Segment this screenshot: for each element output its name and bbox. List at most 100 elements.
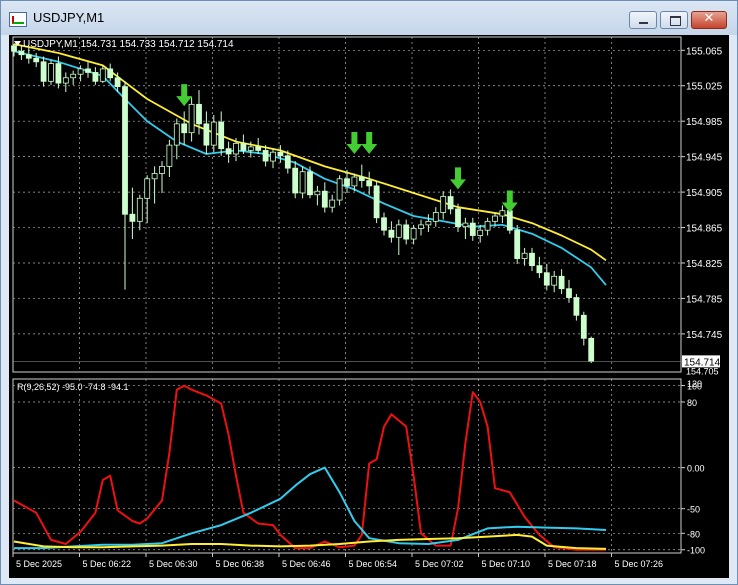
bearish-candle-body [321, 190, 328, 208]
bearish-candle-body [40, 61, 47, 82]
price-tick-label: 154.905 [686, 188, 723, 199]
bearish-candle-body [196, 103, 202, 125]
bullish-candle-body [336, 178, 343, 201]
bearish-candle-body [114, 77, 121, 88]
bullish-candle-body [151, 173, 158, 180]
bullish-candle-body [521, 252, 528, 259]
time-tick-label: 5 Dec 07:10 [482, 559, 531, 569]
bearish-candle-body [366, 180, 373, 187]
bullish-candle-body [166, 144, 173, 167]
price-tick-label: 155.065 [686, 46, 723, 57]
bullish-candle-body [299, 171, 306, 194]
osc-tick-label: 0.00 [687, 464, 705, 474]
price-tick-label: 154.745 [686, 330, 723, 341]
bearish-candle-body [307, 171, 313, 196]
bullish-candle-body [551, 275, 558, 286]
oscillator-header: R(9,26,52) -95.0 -74.8 -94.1 [17, 382, 129, 392]
bullish-candle-body [99, 68, 106, 82]
bearish-candle-body [469, 222, 476, 236]
bullish-candle-body [136, 197, 143, 222]
bullish-candle-body [492, 215, 498, 222]
bearish-candle-body [403, 224, 410, 240]
osc-tick-label: 80 [687, 398, 697, 408]
bearish-candle-body [284, 155, 291, 169]
bearish-candle-body [218, 121, 225, 150]
time-tick-label: 5 Dec 06:30 [149, 559, 198, 569]
bearish-candle-body [292, 167, 299, 194]
osc-tick-label: -80 [687, 529, 700, 539]
bearish-candle-body [92, 72, 99, 82]
bearish-candle-body [107, 68, 114, 79]
title-bar[interactable]: USDJPY,M1 ✕ [1, 1, 737, 35]
bearish-candle-body [25, 54, 32, 59]
bearish-candle-body [33, 57, 40, 63]
bullish-candle-body [77, 68, 84, 75]
candle [514, 224, 521, 264]
bearish-candle-body [381, 217, 387, 231]
bearish-candle-body [11, 45, 17, 52]
candle [588, 336, 595, 364]
bullish-candle-body [432, 212, 439, 222]
maximize-button[interactable] [660, 11, 688, 29]
bearish-candle-body [373, 185, 380, 219]
bullish-candle-body [425, 220, 432, 226]
bearish-candle-body [455, 208, 461, 228]
bearish-candle-body [514, 229, 521, 259]
bearish-candle-body [447, 196, 454, 210]
bullish-candle-body [247, 146, 254, 151]
bearish-candle-body [277, 151, 284, 157]
minimize-button[interactable] [629, 11, 657, 29]
time-tick-label: 5 Dec 07:02 [415, 559, 464, 569]
time-tick-label: 5 Dec 06:38 [216, 559, 265, 569]
bullish-candle-body [233, 142, 239, 155]
price-tick-label: 154.785 [686, 294, 723, 305]
bearish-candle-body [588, 337, 595, 362]
bearish-candle-body [536, 265, 543, 274]
price-tick-label: 154.985 [686, 117, 723, 128]
price-tick-label: 154.865 [686, 224, 723, 235]
bullish-candle-body [70, 73, 77, 79]
chart-window: USDJPY,M1 ✕ 155.065 155.025 154.985 154.945… [0, 0, 738, 585]
bearish-candle-body [203, 123, 210, 146]
price-tick-label: 154.825 [686, 259, 723, 270]
bearish-candle-body [573, 297, 580, 316]
bearish-candle-body [255, 146, 262, 151]
bullish-candle-body [462, 222, 469, 228]
bullish-candle-body [418, 224, 424, 229]
bearish-candle-body [122, 86, 128, 215]
bullish-candle-body [314, 190, 321, 196]
osc-tick-label: 100 [687, 382, 702, 392]
time-tick-label: 5 Dec 07:26 [615, 559, 664, 569]
bullish-candle-body [351, 176, 358, 187]
bullish-candle-body [159, 165, 165, 174]
bullish-candle-body [48, 63, 54, 82]
bullish-candle-body [440, 196, 447, 213]
close-icon: ✕ [703, 11, 715, 26]
bearish-candle-body [529, 252, 535, 267]
symbol-header: USDJPY,M1 154.731 154.733 154.712 154.71… [23, 39, 234, 50]
bearish-candle-body [262, 150, 269, 162]
bearish-candle-body [240, 142, 247, 151]
price-tick-label: 155.025 [686, 82, 723, 93]
candle [48, 60, 54, 85]
bearish-candle-body [18, 50, 25, 56]
bullish-candle-body [410, 228, 417, 240]
bearish-candle-body [388, 229, 395, 238]
bearish-candle-body [558, 275, 565, 290]
chart-background [9, 35, 729, 578]
bearish-candle-body [55, 63, 62, 84]
osc-tick-label: -100 [687, 546, 705, 556]
bearish-candle-body [85, 68, 91, 73]
bearish-candle-body [543, 272, 550, 286]
window-title: USDJPY,M1 [33, 10, 105, 25]
time-tick-label: 5 Dec 2025 [16, 559, 62, 569]
chart-area[interactable]: 155.065 155.025 154.985 154.945 154.905 154.8… [9, 35, 729, 578]
bullish-candle-body [329, 199, 336, 208]
time-tick-label: 5 Dec 07:18 [548, 559, 597, 569]
bullish-candle-body [188, 103, 195, 134]
close-button[interactable]: ✕ [691, 11, 727, 29]
bearish-candle-body [129, 213, 136, 222]
partial-price-label: 154.705 [686, 366, 719, 376]
bullish-candle-body [477, 229, 484, 236]
minimize-icon [639, 22, 648, 24]
